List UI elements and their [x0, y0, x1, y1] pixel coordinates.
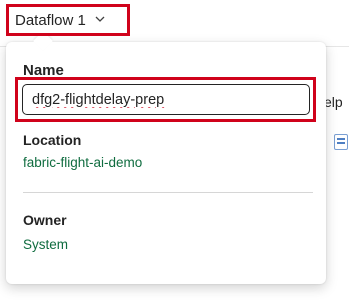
dataflow-title-button[interactable]: Dataflow 1 — [6, 4, 130, 36]
dataflow-details-popup: Name Location fabric-flight-ai-demo Owne… — [6, 31, 326, 284]
chevron-down-icon — [95, 16, 105, 22]
owner-link[interactable]: System — [23, 237, 68, 252]
name-input[interactable] — [22, 84, 310, 115]
location-label: Location — [23, 132, 82, 148]
location-link[interactable]: fabric-flight-ai-demo — [23, 155, 142, 170]
divider — [23, 192, 313, 193]
table-icon[interactable] — [334, 134, 348, 150]
owner-label: Owner — [23, 212, 67, 228]
help-menu-partial[interactable]: elp — [324, 94, 343, 110]
dataflow-title-label: Dataflow 1 — [15, 11, 86, 29]
